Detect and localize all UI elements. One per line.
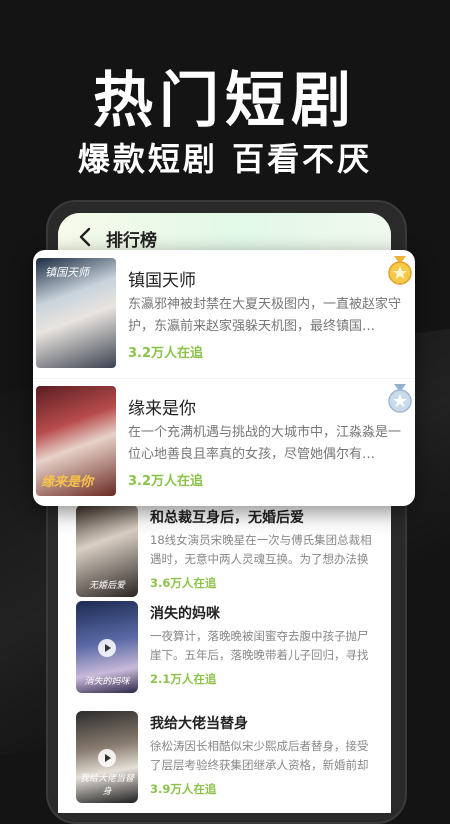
drama-title: 消失的妈咪: [150, 606, 220, 622]
chevron-left-icon[interactable]: [76, 226, 96, 248]
poster-thumbnail: 缘来是你: [36, 386, 116, 496]
drama-description: 东瀛邪神被封禁在大夏天极图内，一直被赵家守护，东瀛前来赵家强躲天机图，最终镇国…: [128, 297, 402, 334]
viewer-count: 3.2万人在追: [128, 474, 204, 489]
drama-description: 一夜算计，落晚晚被闺蜜夺去腹中孩子抛尸崖下。五年后，落晚晚带着儿子回归，寻找孩…: [150, 629, 369, 662]
viewer-count: 3.6万人在追: [150, 576, 217, 590]
play-icon: [98, 749, 116, 767]
drama-description: 18线女演员宋晚星在一次与傅氏集团总裁相遇时，无意中两人灵魂互换。为了想办法换回…: [150, 533, 372, 566]
viewer-count: 2.1万人在追: [150, 672, 217, 686]
viewer-count: 3.9万人在追: [150, 782, 217, 796]
poster-caption: 消失的妈咪: [84, 677, 130, 687]
poster-thumbnail: 消失的妈咪: [76, 601, 138, 693]
featured-item[interactable]: 缘来是你 缘来是你 在一个充满机遇与挑战的大城市中，江淼淼是一位心地善良且率真的…: [33, 378, 415, 506]
list-item[interactable]: 我给大佬当替身 我给大佬当替身 徐松涛因长相酷似宋少熙成后者替身，接受了层层考验…: [76, 711, 381, 807]
list-item[interactable]: 无婚后爱 和总裁互身后，无婚后爱 18线女演员宋晚星在一次与傅氏集团总裁相遇时，…: [76, 505, 381, 601]
silver-medal-icon: [388, 384, 412, 413]
poster-caption: 缘来是你: [40, 475, 93, 490]
poster-caption: 镇国天师: [45, 266, 89, 279]
featured-item[interactable]: 镇国天师 镇国天师 东瀛邪神被封禁在大夏天极图内，一直被赵家守护，东瀛前来赵家强…: [33, 250, 415, 378]
gold-medal-icon: [388, 256, 412, 285]
drama-description: 徐松涛因长相酷似宋少熙成后者替身，接受了层层考验终获集团继承人资格，新婚前却被…: [150, 739, 369, 772]
hero-title: 热门短剧: [93, 66, 357, 136]
hero-subtitle: 爆款短剧 百看不厌: [77, 140, 373, 178]
viewer-count: 3.2万人在追: [128, 346, 204, 361]
drama-title: 镇国天师: [128, 271, 196, 291]
play-icon: [98, 639, 116, 657]
poster-thumbnail: 无婚后爱: [76, 505, 138, 597]
drama-title: 和总裁互身后，无婚后爱: [150, 510, 304, 526]
poster-thumbnail: 我给大佬当替身: [76, 711, 138, 803]
poster-caption: 无婚后爱: [88, 581, 125, 591]
poster-thumbnail: 镇国天师: [36, 258, 116, 368]
featured-ranking-card: 镇国天师 镇国天师 东瀛邪神被封禁在大夏天极图内，一直被赵家守护，东瀛前来赵家强…: [33, 250, 415, 506]
list-item[interactable]: 消失的妈咪 消失的妈咪 一夜算计，落晚晚被闺蜜夺去腹中孩子抛尸崖下。五年后，落晚…: [76, 601, 381, 697]
page-title: 排行榜: [106, 231, 157, 251]
drama-title: 缘来是你: [128, 399, 196, 419]
poster-caption: 我给大佬当替身: [79, 774, 134, 797]
drama-title: 我给大佬当替身: [150, 716, 248, 732]
drama-description: 在一个充满机遇与挑战的大城市中，江淼淼是一位心地善良且率真的女孩，尽管她偶尔有…: [128, 425, 402, 462]
